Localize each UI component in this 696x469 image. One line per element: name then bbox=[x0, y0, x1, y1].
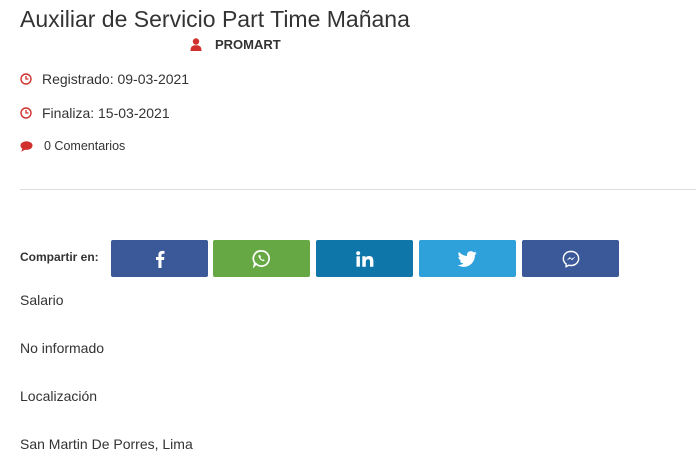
divider bbox=[20, 189, 696, 190]
company-row: PROMART bbox=[190, 37, 281, 52]
messenger-icon bbox=[562, 250, 579, 268]
facebook-icon bbox=[155, 250, 164, 268]
company-name: PROMART bbox=[215, 37, 281, 52]
whatsapp-icon bbox=[252, 250, 270, 268]
clock-icon bbox=[20, 73, 32, 85]
registered-date: Registrado: 09-03-2021 bbox=[42, 71, 190, 87]
share-twitter-button[interactable] bbox=[419, 240, 516, 277]
salary-value: No informado bbox=[20, 340, 105, 356]
end-date: Finaliza: 15-03-2021 bbox=[42, 105, 170, 121]
twitter-icon bbox=[458, 250, 477, 267]
share-whatsapp-button[interactable] bbox=[213, 240, 310, 277]
clock-icon bbox=[20, 107, 32, 119]
ends-row: Finaliza: 15-03-2021 bbox=[20, 105, 170, 121]
comments-link[interactable]: 0 Comentarios bbox=[44, 139, 125, 153]
job-title: Auxiliar de Servicio Part Time Mañana bbox=[20, 6, 410, 32]
location-value: San Martin De Porres, Lima bbox=[20, 436, 193, 452]
user-icon bbox=[190, 38, 202, 51]
share-facebook-button[interactable] bbox=[111, 240, 208, 277]
share-linkedin-button[interactable] bbox=[316, 240, 413, 277]
comment-icon bbox=[20, 140, 33, 152]
salary-label: Salario bbox=[20, 292, 64, 308]
location-label: Localización bbox=[20, 388, 98, 404]
share-messenger-button[interactable] bbox=[522, 240, 619, 277]
share-label: Compartir en: bbox=[20, 250, 99, 264]
comments-row[interactable]: 0 Comentarios bbox=[20, 139, 125, 153]
linkedin-icon bbox=[355, 250, 373, 267]
registered-row: Registrado: 09-03-2021 bbox=[20, 71, 189, 87]
